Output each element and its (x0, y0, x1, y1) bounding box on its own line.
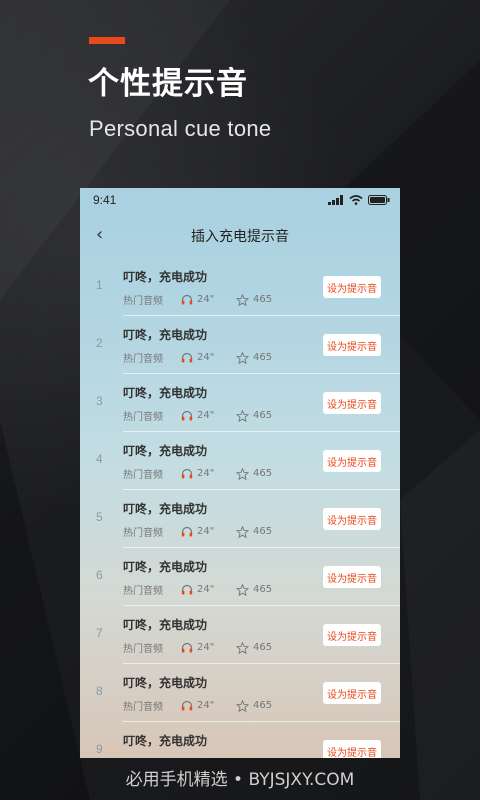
row-meta: 热门音频 24" 465 (123, 350, 272, 365)
star-icon (236, 293, 249, 306)
row-meta: 热门音频 24" 465 (123, 698, 272, 713)
row-number: 3 (96, 394, 103, 408)
list-item[interactable]: 8 叮咚，充电成功 热门音频 24" 465 设为提示音 (80, 664, 400, 722)
row-meta: 热门音频 24" 465 (123, 640, 272, 655)
row-favorites: 465 (236, 699, 272, 712)
page-headline: 个性提示音 (88, 66, 248, 102)
row-title: 叮咚，充电成功 (123, 270, 208, 284)
star-icon (236, 641, 249, 654)
set-as-tone-button[interactable]: 设为提示音 (323, 334, 381, 356)
row-category: 热门音频 (123, 412, 163, 423)
phone-screen: 9:41 ‹ 插入充电提示音 1 叮咚，充电成功 热门音频 24" 465 设为… (80, 188, 400, 758)
headphones-icon (181, 352, 193, 363)
row-favorites: 465 (236, 293, 272, 306)
row-number: 4 (96, 452, 103, 466)
list-item[interactable]: 1 叮咚，充电成功 热门音频 24" 465 设为提示音 (80, 258, 400, 316)
row-category: 热门音频 (123, 354, 163, 365)
row-meta: 热门音频 24" 465 (123, 524, 272, 539)
row-title: 叮咚，充电成功 (123, 618, 208, 632)
row-number: 5 (96, 510, 103, 524)
row-title: 叮咚，充电成功 (123, 734, 208, 748)
list-item[interactable]: 9 叮咚，充电成功 设为提示音 (80, 722, 400, 758)
list-item[interactable]: 3 叮咚，充电成功 热门音频 24" 465 设为提示音 (80, 374, 400, 432)
star-icon (236, 583, 249, 596)
status-time: 9:41 (93, 193, 117, 207)
row-number: 6 (96, 568, 103, 582)
set-as-tone-button[interactable]: 设为提示音 (323, 682, 381, 704)
list-item[interactable]: 4 叮咚，充电成功 热门音频 24" 465 设为提示音 (80, 432, 400, 490)
row-duration: 24" (181, 468, 236, 479)
set-as-tone-button[interactable]: 设为提示音 (323, 450, 381, 472)
row-category: 热门音频 (123, 644, 163, 655)
footer-caption: 必用手机精选 • BYJSJXY.COM (125, 770, 355, 790)
row-title: 叮咚，充电成功 (123, 386, 208, 400)
row-duration: 24" (181, 584, 236, 595)
set-as-tone-button[interactable]: 设为提示音 (323, 392, 381, 414)
row-meta: 热门音频 24" 465 (123, 582, 272, 597)
row-favorites: 465 (236, 409, 272, 422)
row-meta: 热门音频 24" 465 (123, 292, 272, 307)
list-item[interactable]: 2 叮咚，充电成功 热门音频 24" 465 设为提示音 (80, 316, 400, 374)
row-number: 8 (96, 684, 103, 698)
row-duration: 24" (181, 410, 236, 421)
list-item[interactable]: 6 叮咚，充电成功 热门音频 24" 465 设为提示音 (80, 548, 400, 606)
row-title: 叮咚，充电成功 (123, 676, 208, 690)
headphones-icon (181, 468, 193, 479)
row-category: 热门音频 (123, 296, 163, 307)
row-title: 叮咚，充电成功 (123, 444, 208, 458)
row-number: 2 (96, 336, 103, 350)
row-category: 热门音频 (123, 586, 163, 597)
set-as-tone-button[interactable]: 设为提示音 (323, 624, 381, 646)
battery-icon (368, 195, 390, 205)
page-subheadline: Personal cue tone (89, 116, 272, 141)
row-category: 热门音频 (123, 470, 163, 481)
wifi-icon (349, 195, 363, 205)
star-icon (236, 351, 249, 364)
row-meta: 热门音频 24" 465 (123, 408, 272, 423)
nav-bar: ‹ 插入充电提示音 (80, 218, 400, 252)
set-as-tone-button[interactable]: 设为提示音 (323, 740, 381, 758)
row-title: 叮咚，充电成功 (123, 560, 208, 574)
row-duration: 24" (181, 642, 236, 653)
star-icon (236, 467, 249, 480)
headphones-icon (181, 584, 193, 595)
row-duration: 24" (181, 352, 236, 363)
row-number: 9 (96, 742, 103, 756)
accent-bar (89, 37, 125, 44)
row-duration: 24" (181, 526, 236, 537)
headphones-icon (181, 642, 193, 653)
headphones-icon (181, 526, 193, 537)
row-category: 热门音频 (123, 528, 163, 539)
row-duration: 24" (181, 700, 236, 711)
row-favorites: 465 (236, 525, 272, 538)
star-icon (236, 699, 249, 712)
row-meta: 热门音频 24" 465 (123, 466, 272, 481)
list-item[interactable]: 5 叮咚，充电成功 热门音频 24" 465 设为提示音 (80, 490, 400, 548)
status-bar: 9:41 (80, 188, 400, 212)
headphones-icon (181, 410, 193, 421)
star-icon (236, 409, 249, 422)
row-favorites: 465 (236, 641, 272, 654)
row-favorites: 465 (236, 583, 272, 596)
star-icon (236, 525, 249, 538)
row-duration: 24" (181, 294, 236, 305)
row-category: 热门音频 (123, 702, 163, 713)
headphones-icon (181, 700, 193, 711)
headphones-icon (181, 294, 193, 305)
set-as-tone-button[interactable]: 设为提示音 (323, 566, 381, 588)
nav-title: 插入充电提示音 (191, 229, 289, 245)
row-number: 1 (96, 278, 103, 292)
set-as-tone-button[interactable]: 设为提示音 (323, 508, 381, 530)
row-number: 7 (96, 626, 103, 640)
list-item[interactable]: 7 叮咚，充电成功 热门音频 24" 465 设为提示音 (80, 606, 400, 664)
row-favorites: 465 (236, 467, 272, 480)
set-as-tone-button[interactable]: 设为提示音 (323, 276, 381, 298)
row-title: 叮咚，充电成功 (123, 328, 208, 342)
status-icons (328, 194, 390, 206)
row-title: 叮咚，充电成功 (123, 502, 208, 516)
signal-icon (328, 195, 343, 205)
row-favorites: 465 (236, 351, 272, 364)
